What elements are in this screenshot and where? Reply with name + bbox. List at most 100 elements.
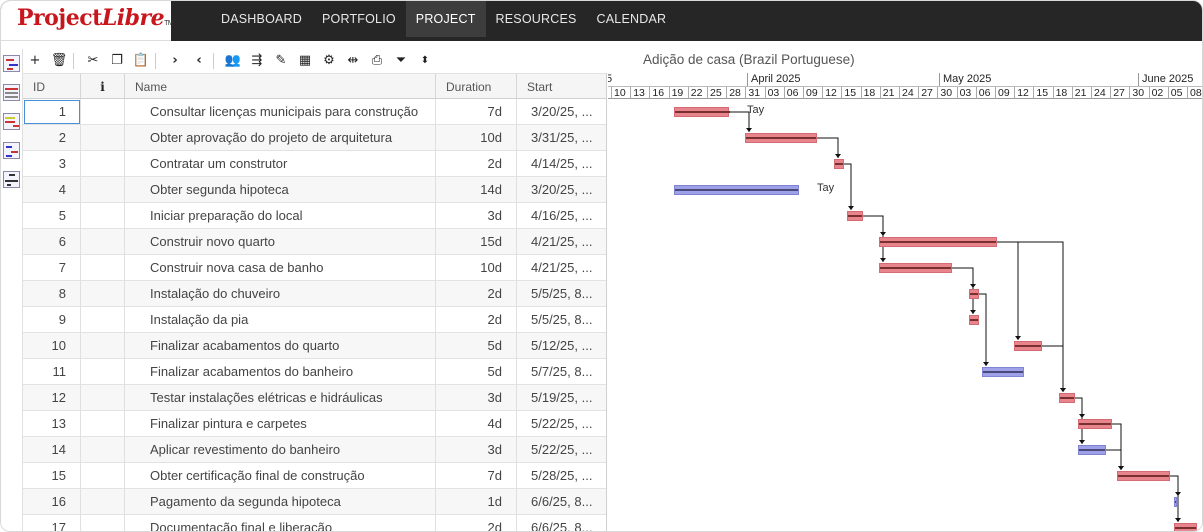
task-duration-cell[interactable]: 15d xyxy=(436,229,517,255)
gantt-bar-task-9[interactable] xyxy=(969,315,979,325)
nav-project[interactable]: PROJECT xyxy=(405,1,486,37)
table-row[interactable]: 10 Finalizar acabamentos do quarto 5d 5/12/… xyxy=(23,333,606,359)
task-name-cell[interactable]: Instalação do chuveiro xyxy=(125,281,436,307)
task-start-cell[interactable]: 6/6/25, 8... xyxy=(517,515,606,531)
task-duration-cell[interactable]: 5d xyxy=(436,359,517,385)
gantt-bar-task-10[interactable] xyxy=(1014,341,1042,351)
task-id-cell[interactable]: 7 xyxy=(23,255,81,281)
task-duration-cell[interactable]: 14d xyxy=(436,177,517,203)
table-row[interactable]: 1 Consultar licenças municipais para cons… xyxy=(23,99,606,125)
task-id-cell[interactable]: 6 xyxy=(23,229,81,255)
task-id-cell[interactable]: 5 xyxy=(23,203,81,229)
task-info-cell[interactable] xyxy=(81,125,125,151)
task-start-cell[interactable]: 5/7/25, 8... xyxy=(517,359,606,385)
col-header-start[interactable]: Start xyxy=(517,74,606,100)
task-id-cell[interactable]: 1 xyxy=(23,99,81,125)
task-id-cell[interactable]: 17 xyxy=(23,515,81,531)
task-id-cell[interactable]: 4 xyxy=(23,177,81,203)
task-info-cell[interactable] xyxy=(81,307,125,333)
gantt-bar-task-15[interactable] xyxy=(1117,471,1170,481)
gantt-bar-task-5[interactable] xyxy=(847,211,863,221)
table-row[interactable]: 5 Iniciar preparação do local 3d 4/16/25, .… xyxy=(23,203,606,229)
task-name-cell[interactable]: Obter certificação final de construção xyxy=(125,463,436,489)
nav-resources[interactable]: RESOURCES xyxy=(486,1,587,37)
task-info-cell[interactable] xyxy=(81,229,125,255)
task-info-cell[interactable] xyxy=(81,411,125,437)
indent-icon[interactable]: › xyxy=(165,51,185,71)
task-id-cell[interactable]: 12 xyxy=(23,385,81,411)
task-start-cell[interactable]: 4/16/25, ... xyxy=(517,203,606,229)
gantt-bar-task-6[interactable] xyxy=(879,237,997,247)
task-name-cell[interactable]: Contratar um construtor xyxy=(125,151,436,177)
task-start-cell[interactable]: 5/5/25, 8... xyxy=(517,281,606,307)
task-info-cell[interactable] xyxy=(81,255,125,281)
table-row[interactable]: 11 Finalizar acabamentos do banheiro 5d 5/7… xyxy=(23,359,606,385)
task-name-cell[interactable]: Documentação final e liberação xyxy=(125,515,436,531)
task-duration-cell[interactable]: 2d xyxy=(436,515,517,531)
task-info-cell[interactable] xyxy=(81,151,125,177)
table-row[interactable]: 2 Obter aprovação do projeto de arquitetu… xyxy=(23,125,606,151)
task-info-cell[interactable] xyxy=(81,515,125,531)
table-row[interactable]: 3 Contratar um construtor 2d 4/14/25, ... xyxy=(23,151,606,177)
task-duration-cell[interactable]: 10d xyxy=(436,255,517,281)
table-row[interactable]: 6 Construir novo quarto 15d 4/21/25, ... xyxy=(23,229,606,255)
table-row[interactable]: 7 Construir nova casa de banho 10d 4/21/25,… xyxy=(23,255,606,281)
task-duration-cell[interactable]: 5d xyxy=(436,333,517,359)
network-view-icon[interactable] xyxy=(3,142,20,159)
task-id-cell[interactable]: 13 xyxy=(23,411,81,437)
nav-portfolio[interactable]: PORTFOLIO xyxy=(312,1,406,37)
gantt-bar-task-14[interactable] xyxy=(1078,445,1106,455)
task-id-cell[interactable]: 10 xyxy=(23,333,81,359)
calendar-icon[interactable]: ▦ xyxy=(295,51,315,71)
settings-icon[interactable]: ⚙ xyxy=(319,51,339,71)
task-name-cell[interactable]: Obter aprovação do projeto de arquitetur… xyxy=(125,125,436,151)
task-info-cell[interactable] xyxy=(81,489,125,515)
gantt-bar-task-13[interactable] xyxy=(1078,419,1112,429)
table-row[interactable]: 13 Finalizar pintura e carpetes 4d 5/22/25,… xyxy=(23,411,606,437)
task-duration-cell[interactable]: 10d xyxy=(436,125,517,151)
task-start-cell[interactable]: 4/14/25, ... xyxy=(517,151,606,177)
col-header-duration[interactable]: Duration xyxy=(436,74,517,100)
add-icon[interactable]: + xyxy=(25,51,45,71)
notes-icon[interactable]: ✎ xyxy=(271,51,291,71)
table-row[interactable]: 4 Obter segunda hipoteca 14d 3/20/25, ... xyxy=(23,177,606,203)
gantt-bar-task-4[interactable] xyxy=(674,185,799,195)
task-name-cell[interactable]: Aplicar revestimento do banheiro xyxy=(125,437,436,463)
task-id-cell[interactable]: 2 xyxy=(23,125,81,151)
split-icon[interactable]: ⇹ xyxy=(343,51,363,71)
task-name-cell[interactable]: Finalizar acabamentos do banheiro xyxy=(125,359,436,385)
link-icon[interactable]: ⇶ xyxy=(247,51,267,71)
copy-icon[interactable]: ❐ xyxy=(107,51,127,71)
cut-icon[interactable]: ✂ xyxy=(83,51,103,71)
task-name-cell[interactable]: Testar instalações elétricas e hidráulic… xyxy=(125,385,436,411)
delete-icon[interactable]: 🗑 xyxy=(49,51,69,71)
col-header-info[interactable]: i xyxy=(81,74,125,100)
wbs-view-icon[interactable] xyxy=(3,171,20,188)
task-name-cell[interactable]: Construir nova casa de banho xyxy=(125,255,436,281)
task-start-cell[interactable]: 5/19/25, ... xyxy=(517,385,606,411)
task-info-cell[interactable] xyxy=(81,99,125,125)
task-name-cell[interactable]: Consultar licenças municipais para const… xyxy=(125,99,436,125)
task-info-cell[interactable] xyxy=(81,385,125,411)
task-id-cell[interactable]: 16 xyxy=(23,489,81,515)
task-start-cell[interactable]: 3/20/25, ... xyxy=(517,177,606,203)
table-row[interactable]: 8 Instalação do chuveiro 2d 5/5/25, 8... xyxy=(23,281,606,307)
task-start-cell[interactable]: 5/22/25, ... xyxy=(517,411,606,437)
task-id-cell[interactable]: 8 xyxy=(23,281,81,307)
task-info-cell[interactable] xyxy=(81,437,125,463)
filter-icon[interactable]: ⏷ xyxy=(391,51,411,71)
task-start-cell[interactable]: 4/21/25, ... xyxy=(517,229,606,255)
task-id-cell[interactable]: 15 xyxy=(23,463,81,489)
task-duration-cell[interactable]: 7d xyxy=(436,99,517,125)
task-duration-cell[interactable]: 2d xyxy=(436,151,517,177)
task-info-cell[interactable] xyxy=(81,281,125,307)
task-id-cell[interactable]: 14 xyxy=(23,437,81,463)
task-name-cell[interactable]: Instalação da pia xyxy=(125,307,436,333)
gantt-bar-task-7[interactable] xyxy=(879,263,952,273)
task-name-cell[interactable]: Construir novo quarto xyxy=(125,229,436,255)
gantt-view-icon[interactable] xyxy=(3,55,20,72)
task-info-cell[interactable] xyxy=(81,177,125,203)
nav-dashboard[interactable]: DASHBOARD xyxy=(211,1,312,37)
task-start-cell[interactable]: 5/22/25, ... xyxy=(517,437,606,463)
task-duration-cell[interactable]: 7d xyxy=(436,463,517,489)
